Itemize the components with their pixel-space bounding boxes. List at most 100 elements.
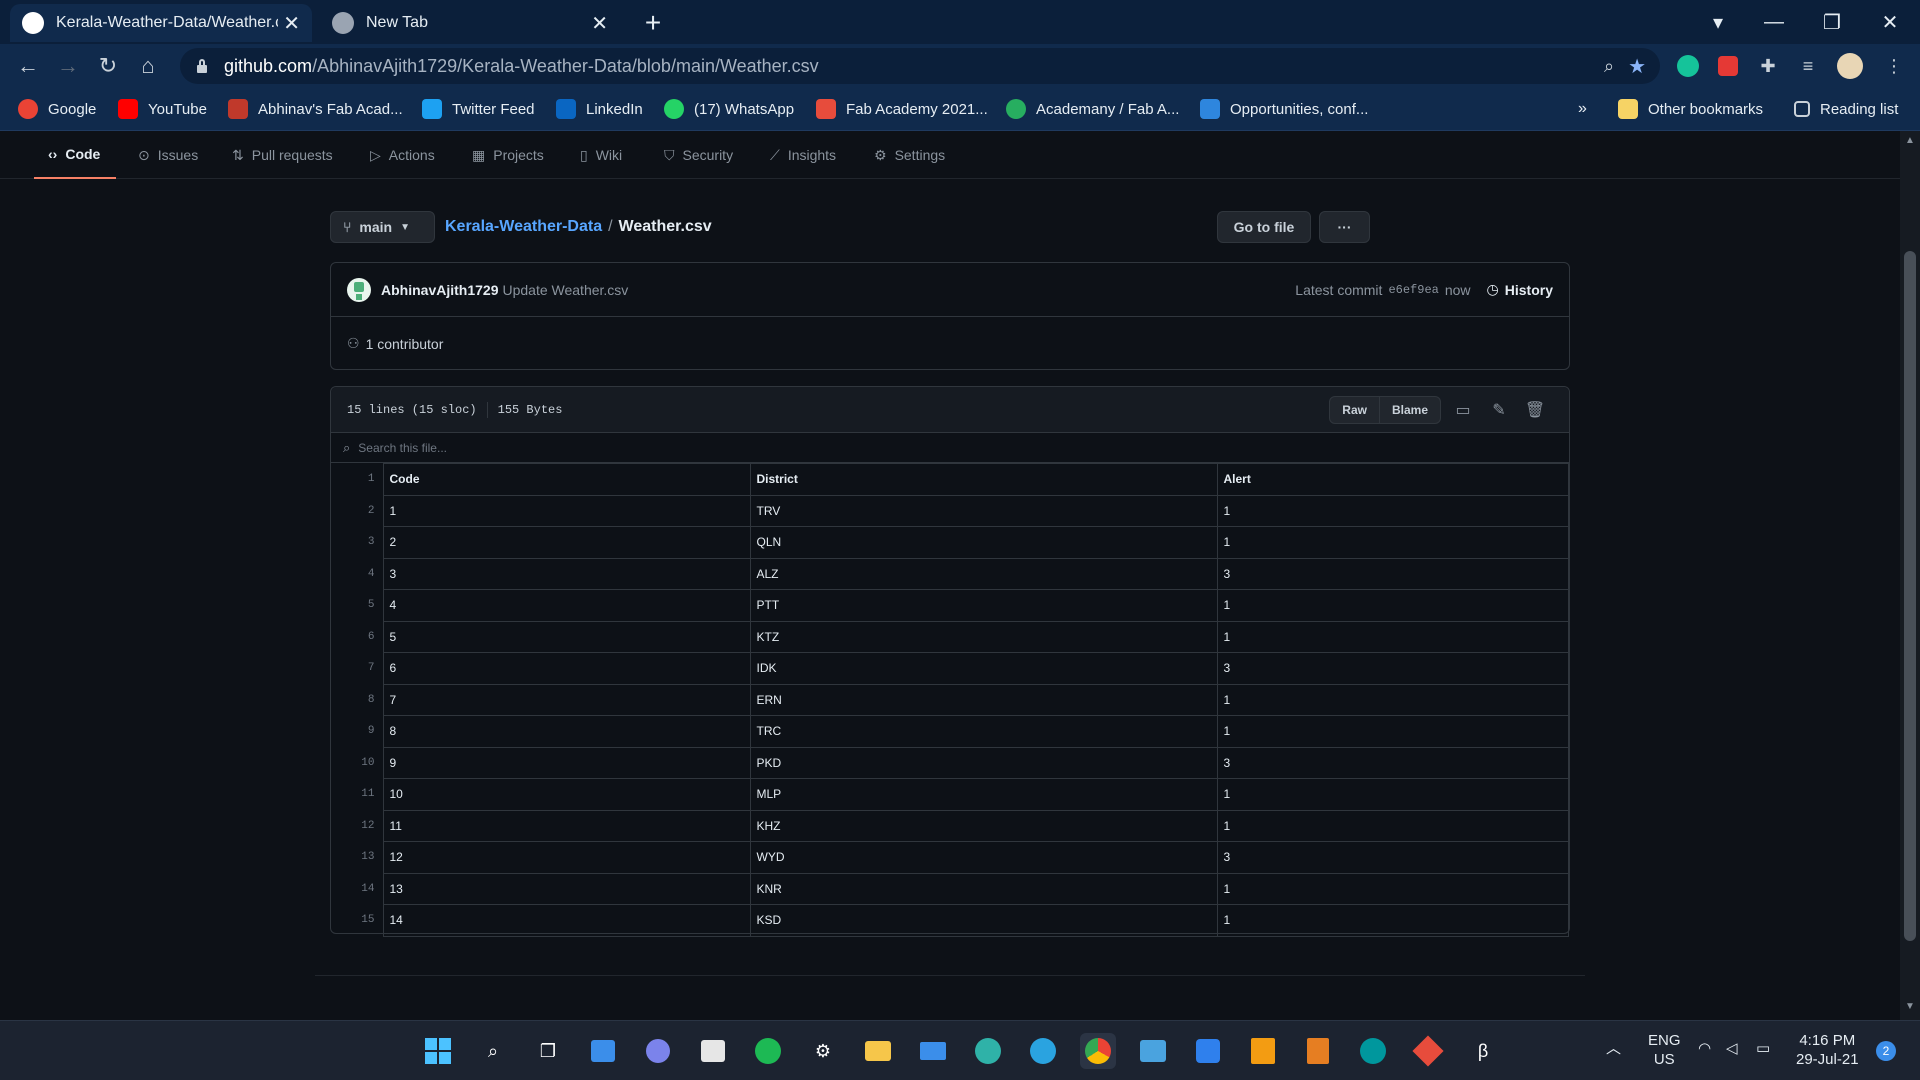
bookmark-twitter[interactable]: Twitter Feed: [422, 96, 535, 122]
commit-sha-link[interactable]: e6ef9ea: [1388, 283, 1438, 297]
line-number[interactable]: 7: [331, 653, 383, 685]
app-icon[interactable]: β: [1465, 1033, 1501, 1069]
bookmark-linkedin[interactable]: LinkedIn: [556, 96, 643, 122]
minimize-icon[interactable]: —: [1746, 4, 1802, 40]
reading-mode-icon[interactable]: ≡: [1794, 52, 1822, 80]
zoom-search-icon[interactable]: ⌕: [1604, 56, 1614, 77]
vscode-icon[interactable]: [1190, 1033, 1226, 1069]
branch-selector[interactable]: ⑂ main ▼: [330, 211, 435, 243]
home-icon[interactable]: ⌂: [130, 48, 166, 84]
scroll-up-icon[interactable]: ▲: [1904, 135, 1916, 147]
tab-wiki[interactable]: ▯ Wiki: [580, 131, 622, 179]
mail-icon[interactable]: [915, 1033, 951, 1069]
tab-projects[interactable]: ▦ Projects: [472, 131, 544, 179]
commit-message-link[interactable]: Update Weather.csv: [502, 282, 628, 298]
eagle-icon[interactable]: [1300, 1033, 1336, 1069]
line-number[interactable]: 15: [331, 905, 383, 937]
line-number[interactable]: 5: [331, 590, 383, 622]
edge-icon[interactable]: [970, 1033, 1006, 1069]
task-view-icon[interactable]: ❐: [530, 1033, 566, 1069]
search-input[interactable]: Search this file...: [358, 441, 447, 455]
close-tab-icon[interactable]: ✕: [283, 11, 300, 36]
spotify-icon[interactable]: [750, 1033, 786, 1069]
go-to-file-button[interactable]: Go to file: [1217, 211, 1311, 243]
volume-icon[interactable]: ◁: [1726, 1039, 1738, 1058]
grammarly-icon[interactable]: [1677, 55, 1699, 77]
history-link[interactable]: ◷ History: [1487, 281, 1553, 298]
lock-icon[interactable]: [196, 59, 208, 73]
clock[interactable]: 4:16 PM 29-Jul-21: [1796, 1031, 1859, 1069]
profile-dropdown-icon[interactable]: ▾: [1690, 4, 1746, 40]
bookmark-academany[interactable]: Academany / Fab A...: [1006, 96, 1179, 122]
scrollbar-thumb[interactable]: [1904, 251, 1916, 941]
battery-icon[interactable]: ▭: [1756, 1039, 1770, 1058]
restore-icon[interactable]: ❐: [1804, 4, 1860, 40]
bookmarks-overflow-icon[interactable]: »: [1578, 96, 1587, 122]
settings-gear-icon[interactable]: ⚙: [805, 1033, 841, 1069]
reload-icon[interactable]: ↻: [90, 48, 126, 84]
contributors-row[interactable]: ⚇ 1 contributor: [331, 317, 1569, 370]
scroll-down-icon[interactable]: ▼: [1904, 1001, 1916, 1013]
line-number[interactable]: 8: [331, 684, 383, 716]
extensions-puzzle-icon[interactable]: ✚: [1754, 52, 1782, 80]
tab-code[interactable]: ‹› Code: [34, 131, 117, 179]
breadcrumb-repo-link[interactable]: Kerala-Weather-Data: [445, 218, 602, 235]
tab-issues[interactable]: ⊙ Issues: [138, 131, 198, 179]
address-bar[interactable]: github.com/AbhinavAjith1729/Kerala-Weath…: [180, 48, 1660, 84]
bookmark-star-icon[interactable]: ★: [1628, 54, 1646, 79]
avatar[interactable]: [347, 277, 371, 302]
new-tab-button[interactable]: +: [636, 6, 670, 40]
arduino-icon[interactable]: [1355, 1033, 1391, 1069]
store-icon[interactable]: [695, 1033, 731, 1069]
tab-new-tab[interactable]: New Tab ✕: [320, 4, 620, 42]
close-tab-icon[interactable]: ✕: [591, 11, 608, 36]
chrome-icon[interactable]: [1080, 1033, 1116, 1069]
close-window-icon[interactable]: ✕: [1862, 4, 1918, 40]
teams-chat-icon[interactable]: [640, 1033, 676, 1069]
windows-start-icon[interactable]: [420, 1033, 456, 1069]
page-scrollbar[interactable]: ▲ ▼: [1900, 131, 1920, 1020]
bookmark-youtube[interactable]: YouTube: [118, 96, 207, 122]
line-number[interactable]: 9: [331, 716, 383, 748]
profile-avatar[interactable]: [1837, 53, 1863, 79]
bookmark-whatsapp[interactable]: (17) WhatsApp: [664, 96, 794, 122]
back-icon[interactable]: ←: [10, 48, 46, 84]
tab-security[interactable]: ⛉ Security: [664, 131, 733, 179]
bookmark-other[interactable]: Other bookmarks: [1618, 96, 1763, 122]
photos-icon[interactable]: [1135, 1033, 1171, 1069]
trash-icon[interactable]: 🗑: [1517, 400, 1553, 420]
bookmark-fab-academy-2021[interactable]: Fab Academy 2021...: [816, 96, 988, 122]
line-number[interactable]: 11: [331, 779, 383, 811]
tab-actions[interactable]: ▷ Actions: [370, 131, 435, 179]
line-number[interactable]: 10: [331, 747, 383, 779]
notification-badge[interactable]: 2: [1876, 1041, 1896, 1061]
blame-button[interactable]: Blame: [1379, 395, 1441, 424]
wifi-icon[interactable]: ◠: [1698, 1039, 1711, 1058]
tab-weather-csv[interactable]: Kerala-Weather-Data/Weather.csv ✕: [10, 4, 312, 42]
tab-settings[interactable]: ⚙ Settings: [874, 131, 945, 179]
commit-author-link[interactable]: AbhinavAjith1729: [381, 282, 498, 298]
line-number[interactable]: 4: [331, 558, 383, 590]
line-number[interactable]: 3: [331, 527, 383, 559]
tab-pull-requests[interactable]: ⇅ Pull requests: [232, 131, 333, 179]
fusion-icon[interactable]: [1245, 1033, 1281, 1069]
widgets-icon[interactable]: [585, 1033, 621, 1069]
extension-red-icon[interactable]: [1718, 56, 1738, 76]
line-number[interactable]: 14: [331, 873, 383, 905]
tray-chevron-up-icon[interactable]: ︿: [1606, 1039, 1621, 1058]
more-options-button[interactable]: ···: [1319, 211, 1370, 243]
line-number[interactable]: 13: [331, 842, 383, 874]
line-number[interactable]: 1: [331, 464, 383, 496]
git-tool-icon[interactable]: [1410, 1033, 1446, 1069]
desktop-icon[interactable]: ▭: [1445, 400, 1481, 420]
line-number[interactable]: 6: [331, 621, 383, 653]
line-number[interactable]: 2: [331, 495, 383, 527]
menu-kebab-icon[interactable]: ⋮: [1880, 52, 1908, 80]
bookmark-google[interactable]: Google: [18, 96, 96, 122]
telegram-icon[interactable]: [1025, 1033, 1061, 1069]
search-icon[interactable]: ⌕: [475, 1033, 511, 1069]
pencil-icon[interactable]: ✎: [1481, 400, 1517, 420]
line-number[interactable]: 12: [331, 810, 383, 842]
bookmark-opportunities[interactable]: Opportunities, conf...: [1200, 96, 1368, 122]
raw-button[interactable]: Raw: [1329, 395, 1380, 424]
